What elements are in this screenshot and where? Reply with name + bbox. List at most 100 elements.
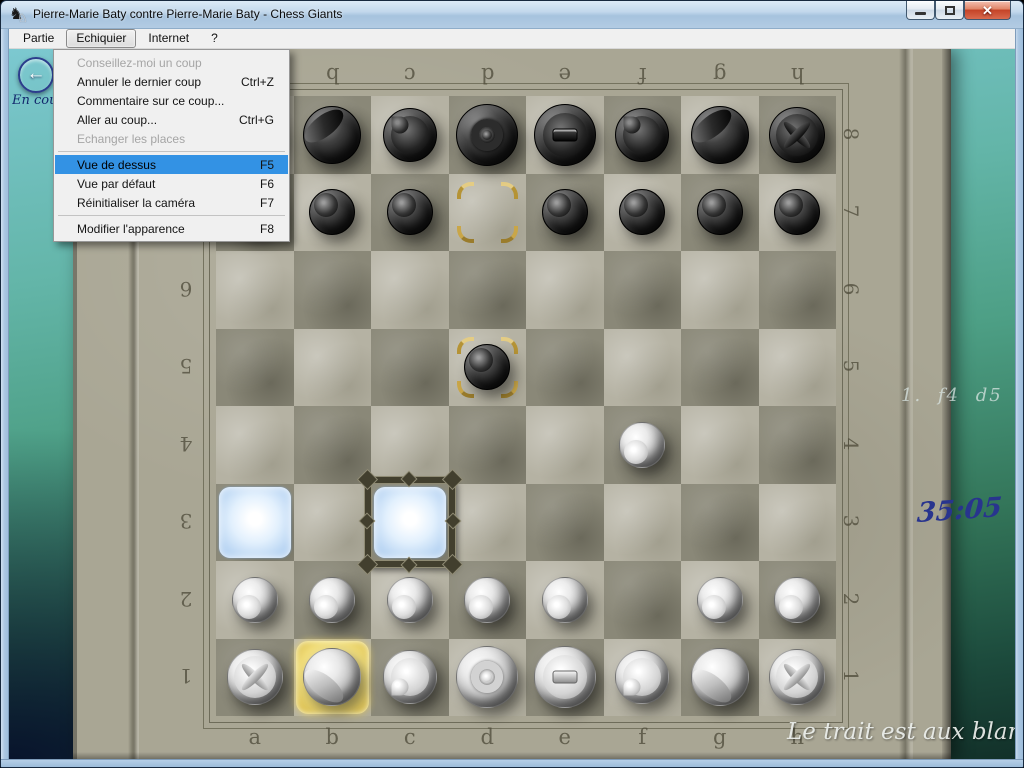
- file-label-bottom-c: c: [371, 725, 449, 749]
- rank-label-right-1: 1: [839, 663, 863, 689]
- piece-black-knight-g8[interactable]: [681, 96, 759, 174]
- piece-white-knight-g1[interactable]: [681, 639, 759, 717]
- menu-item-aller-au-coup[interactable]: Aller au coup... Ctrl+G: [55, 110, 288, 129]
- piece-white-pawn-e2[interactable]: [526, 561, 604, 639]
- menu-item-label: Annuler le dernier coup: [77, 75, 201, 89]
- file-label-top-c: c: [371, 63, 449, 87]
- file-label-bottom-e: e: [526, 725, 604, 749]
- close-icon: ✕: [965, 3, 1010, 19]
- rank-label-left-6: 6: [173, 277, 199, 301]
- piece-white-pawn-h2[interactable]: [759, 561, 837, 639]
- menubar: PartieEchiquierInternet?: [9, 29, 1017, 49]
- file-label-bottom-f: f: [604, 725, 682, 749]
- menu-item-shortcut: F6: [260, 177, 274, 191]
- back-arrow-icon: ←: [20, 63, 52, 85]
- piece-black-king-e8[interactable]: [526, 96, 604, 174]
- piece-black-pawn-c7[interactable]: [371, 174, 449, 252]
- menu-item-shortcut: F8: [260, 222, 274, 236]
- rank-label-right-5: 5: [839, 353, 863, 379]
- menu-item-conseillez-moi-un-coup[interactable]: Conseillez-moi un coup: [55, 53, 288, 72]
- rank-label-right-4: 4: [839, 431, 863, 457]
- menu-item-vue-de-dessus[interactable]: Vue de dessus F5: [55, 155, 288, 174]
- menu-item-label: Commentaire sur ce coup...: [77, 94, 224, 108]
- echiquier-menu: Conseillez-moi un coup Annuler le dernier…: [53, 49, 290, 242]
- rank-label-left-3: 3: [173, 509, 199, 533]
- client-area: aabbccddeeffgghh1122334455667788 ← En co…: [9, 49, 1017, 761]
- menu-item-modifier-l-apparence[interactable]: Modifier l'apparenceF8: [55, 219, 288, 238]
- rank-label-left-2: 2: [173, 587, 199, 611]
- rank-label-right-6: 6: [839, 276, 863, 302]
- rank-label-right-8: 8: [839, 121, 863, 147]
- menu-item-annuler-le-dernier-coup[interactable]: Annuler le dernier coup Ctrl+Z: [55, 72, 288, 91]
- file-label-bottom-d: d: [449, 725, 527, 749]
- piece-black-rook-h8[interactable]: [759, 96, 837, 174]
- rank-label-left-4: 4: [173, 432, 199, 456]
- menubar-item-partie[interactable]: Partie: [13, 29, 64, 48]
- piece-white-knight-b1[interactable]: [294, 639, 372, 717]
- menubar-item-[interactable]: ?: [201, 29, 228, 48]
- menu-item-r-initialiser-la-cam-ra[interactable]: Réinitialiser la caméraF7: [55, 193, 288, 212]
- piece-white-pawn-f4[interactable]: [604, 406, 682, 484]
- turn-status: Le trait est aux blancs.: [787, 719, 1017, 745]
- file-label-top-f: f: [604, 63, 682, 87]
- maximize-button[interactable]: [935, 1, 964, 20]
- file-label-bottom-g: g: [681, 725, 759, 749]
- menu-item-vue-par-d-faut[interactable]: Vue par défaut F6: [55, 174, 288, 193]
- file-label-top-g: g: [681, 63, 759, 87]
- menu-separator: [58, 215, 285, 216]
- legal-move-highlight-a3[interactable]: [219, 487, 291, 559]
- file-label-top-d: d: [449, 63, 527, 87]
- window-border-left: [1, 29, 9, 768]
- piece-black-knight-b8[interactable]: [294, 96, 372, 174]
- piece-white-pawn-g2[interactable]: [681, 561, 759, 639]
- piece-white-pawn-a2[interactable]: [216, 561, 294, 639]
- piece-black-queen-d8[interactable]: [449, 96, 527, 174]
- piece-black-pawn-e7[interactable]: [526, 174, 604, 252]
- piece-black-pawn-b7[interactable]: [294, 174, 372, 252]
- menu-item-echanger-les-places[interactable]: Echanger les places: [55, 129, 288, 148]
- piece-black-pawn-f7[interactable]: [604, 174, 682, 252]
- menu-item-shortcut: F5: [260, 158, 274, 172]
- piece-white-pawn-b2[interactable]: [294, 561, 372, 639]
- file-label-bottom-a: a: [216, 725, 294, 749]
- file-label-bottom-b: b: [294, 725, 372, 749]
- piece-black-bishop-c8[interactable]: [371, 96, 449, 174]
- close-button[interactable]: ✕: [964, 1, 1011, 20]
- piece-white-queen-d1[interactable]: [449, 639, 527, 717]
- last-move-marker-d7: [449, 174, 527, 252]
- menu-separator: [58, 151, 285, 152]
- window-border-right: [1015, 29, 1023, 768]
- titlebar[interactable]: ♞♘ Pierre-Marie Baty contre Pierre-Marie…: [1, 1, 1024, 29]
- menu-item-label: Conseillez-moi un coup: [77, 56, 202, 70]
- piece-white-pawn-c2[interactable]: [371, 561, 449, 639]
- menubar-item-echiquier[interactable]: Echiquier: [66, 29, 136, 48]
- game-clock: 35:05: [916, 492, 1003, 529]
- menu-item-shortcut: Ctrl+G: [239, 113, 274, 127]
- minimize-button[interactable]: [906, 1, 935, 20]
- hover-square-frame: [365, 477, 455, 567]
- menu-item-label: Vue par défaut: [77, 177, 155, 191]
- piece-white-king-e1[interactable]: [526, 639, 604, 717]
- rank-label-right-3: 3: [839, 508, 863, 534]
- piece-black-pawn-h7[interactable]: [759, 174, 837, 252]
- piece-white-pawn-d2[interactable]: [449, 561, 527, 639]
- menubar-item-internet[interactable]: Internet: [138, 29, 199, 48]
- menu-item-commentaire-sur-ce-coup[interactable]: Commentaire sur ce coup...: [55, 91, 288, 110]
- menu-item-label: Vue de dessus: [77, 158, 156, 172]
- menu-item-label: Aller au coup...: [77, 113, 157, 127]
- file-label-top-h: h: [759, 63, 837, 87]
- app-knight-icon: ♞♘: [9, 6, 29, 24]
- piece-black-pawn-g7[interactable]: [681, 174, 759, 252]
- piece-white-bishop-f1[interactable]: [604, 639, 682, 717]
- back-button[interactable]: ←: [18, 57, 54, 93]
- piece-black-bishop-f8[interactable]: [604, 96, 682, 174]
- file-label-top-b: b: [294, 63, 372, 87]
- menu-item-shortcut: Ctrl+Z: [241, 75, 274, 89]
- piece-white-bishop-c1[interactable]: [371, 639, 449, 717]
- rank-label-right-7: 7: [839, 198, 863, 224]
- rank-label-left-5: 5: [173, 354, 199, 378]
- menu-item-label: Echanger les places: [77, 132, 185, 146]
- piece-white-rook-a1[interactable]: [216, 639, 294, 717]
- piece-black-pawn-d5[interactable]: [449, 329, 527, 407]
- piece-white-rook-h1[interactable]: [759, 639, 837, 717]
